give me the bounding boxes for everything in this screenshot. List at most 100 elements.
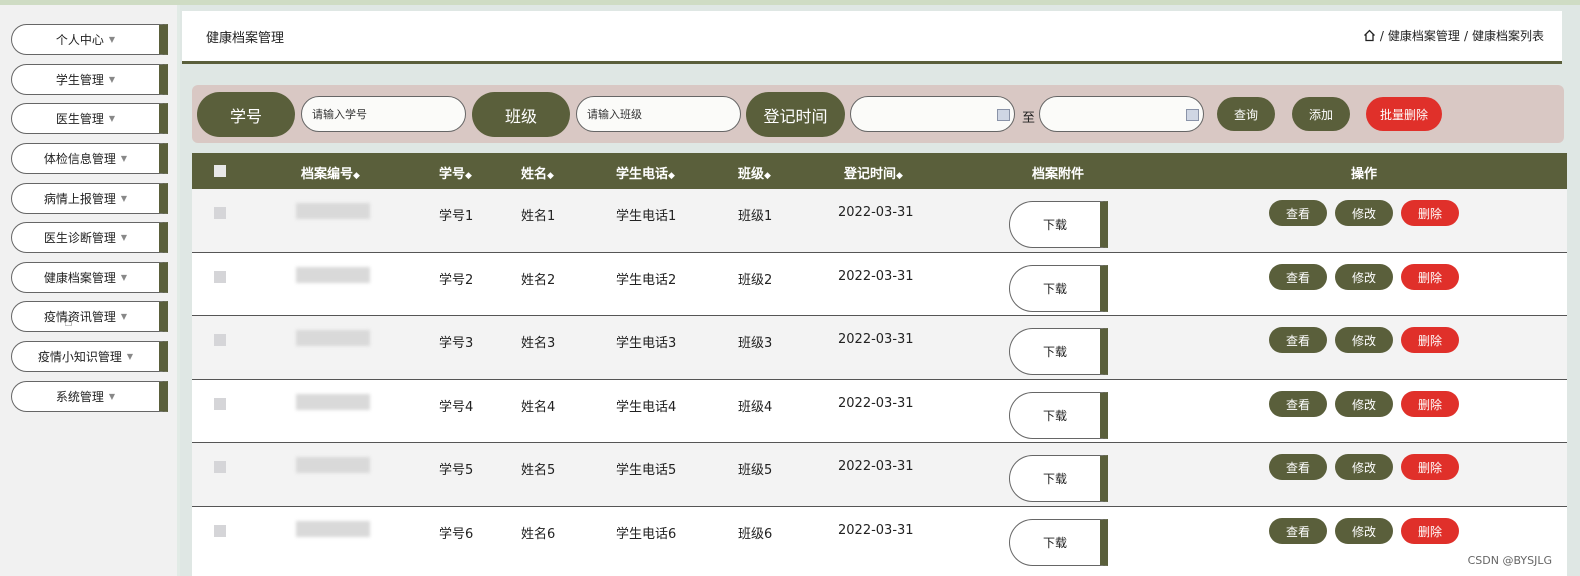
sidebar-item-label: 体检信息管理 (43, 152, 116, 166)
column-header-phone[interactable]: 学生电话◆ (616, 163, 675, 182)
download-button[interactable]: 下载 (1009, 519, 1108, 566)
sidebar-item-label: 系统管理 (55, 390, 104, 404)
watermark: CSDN @BYSJLG (1467, 554, 1552, 567)
sidebar-item-diagnosis-management[interactable]: 医生诊断管理 ▼ (11, 222, 168, 253)
column-header-label: 学生电话 (616, 167, 669, 182)
sort-icon: ◆ (896, 171, 903, 181)
row-checkbox[interactable] (214, 461, 226, 473)
sidebar-item-health-records[interactable]: 健康档案管理 ▼ (11, 262, 168, 293)
delete-button[interactable]: 删除 (1401, 264, 1459, 290)
cell-name: 姓名4 (521, 400, 556, 415)
cell-class: 班级1 (738, 209, 773, 224)
view-button[interactable]: 查看 (1269, 200, 1327, 226)
row-checkbox[interactable] (214, 525, 226, 537)
view-button[interactable]: 查看 (1269, 327, 1327, 353)
student-no-input[interactable]: 请输入学号 (301, 96, 466, 132)
search-bar: 学号 请输入学号 班级 请输入班级 登记时间 至 查询 添加 批量删除 (192, 85, 1564, 143)
sidebar-item-epidemic-tips[interactable]: 疫情小知识管理 ▼ (11, 341, 168, 372)
column-header-archive-no[interactable]: 档案编号◆ (301, 163, 360, 182)
edit-button[interactable]: 修改 (1335, 454, 1393, 480)
column-header-name[interactable]: 姓名◆ (521, 163, 554, 182)
view-button[interactable]: 查看 (1269, 391, 1327, 417)
sidebar-item-label: 学生管理 (55, 73, 104, 87)
sidebar-item-label: 疫情资讯管理 (43, 310, 116, 324)
end-date-input[interactable] (1039, 96, 1204, 132)
edit-button[interactable]: 修改 (1335, 518, 1393, 544)
row-checkbox[interactable] (214, 271, 226, 283)
cell-reg-time: 2022-03-31 (838, 396, 914, 411)
delete-button[interactable]: 删除 (1401, 391, 1459, 417)
column-header-label: 班级 (738, 167, 765, 182)
cell-student-no: 学号3 (439, 336, 474, 351)
view-button[interactable]: 查看 (1269, 518, 1327, 544)
delete-button[interactable]: 删除 (1401, 327, 1459, 353)
caret-down-icon: ▼ (120, 154, 128, 163)
row-checkbox[interactable] (214, 398, 226, 410)
table-row: 学号2 姓名2 学生电话2 班级2 2022-03-31 下载 查看 修改 删除 (192, 253, 1567, 316)
start-date-input[interactable] (850, 96, 1015, 132)
records-table: 档案编号◆ 学号◆ 姓名◆ 学生电话◆ 班级◆ 登记时间◆ 档案附件 操作 学号… (192, 153, 1567, 576)
table-header: 档案编号◆ 学号◆ 姓名◆ 学生电话◆ 班级◆ 登记时间◆ 档案附件 操作 (192, 153, 1567, 189)
sidebar-item-illness-report[interactable]: 病情上报管理 ▼ (11, 183, 168, 214)
archive-no-blurred (296, 521, 370, 537)
row-checkbox[interactable] (214, 207, 226, 219)
edit-button[interactable]: 修改 (1335, 200, 1393, 226)
cell-phone: 学生电话2 (616, 273, 677, 288)
add-button[interactable]: 添加 (1292, 97, 1350, 131)
class-input[interactable]: 请输入班级 (576, 96, 741, 132)
reg-time-label: 登记时间 (746, 92, 845, 137)
view-button[interactable]: 查看 (1269, 264, 1327, 290)
sidebar-item-doctor-management[interactable]: 医生管理 ▼ (11, 103, 168, 134)
table-row: 学号4 姓名4 学生电话4 班级4 2022-03-31 下载 查看 修改 删除 (192, 380, 1567, 443)
sidebar-item-epidemic-news[interactable]: 疫情资讯管理 ▼ (11, 301, 168, 332)
delete-button[interactable]: 删除 (1401, 200, 1459, 226)
sidebar-item-label: 疫情小知识管理 (37, 350, 122, 364)
edit-button[interactable]: 修改 (1335, 327, 1393, 353)
table-row: 学号1 姓名1 学生电话1 班级1 2022-03-31 下载 查看 修改 删除 (192, 189, 1567, 253)
archive-no-blurred (296, 267, 370, 283)
download-button[interactable]: 下载 (1009, 201, 1108, 248)
calendar-icon[interactable] (1186, 109, 1199, 121)
sidebar-item-checkup-management[interactable]: 体检信息管理 ▼ (11, 143, 168, 174)
sidebar-item-student-management[interactable]: 学生管理 ▼ (11, 64, 168, 95)
view-button[interactable]: 查看 (1269, 454, 1327, 480)
sidebar-item-label: 病情上报管理 (43, 192, 116, 206)
row-checkbox[interactable] (214, 334, 226, 346)
edit-button[interactable]: 修改 (1335, 264, 1393, 290)
breadcrumb-item-current: 健康档案列表 (1471, 29, 1544, 43)
sidebar-item-personal-center[interactable]: 个人中心 ▼ (11, 24, 168, 55)
column-header-student-no[interactable]: 学号◆ (439, 163, 472, 182)
column-header-label: 姓名 (521, 167, 548, 182)
sort-icon: ◆ (547, 171, 554, 181)
delete-button[interactable]: 删除 (1401, 518, 1459, 544)
cell-class: 班级3 (738, 336, 773, 351)
download-button[interactable]: 下载 (1009, 328, 1108, 375)
column-header-attachment: 档案附件 (1032, 167, 1085, 182)
download-button[interactable]: 下载 (1009, 455, 1108, 502)
breadcrumb-item[interactable]: 健康档案管理 (1388, 27, 1460, 44)
sort-icon: ◆ (465, 171, 472, 181)
batch-delete-button[interactable]: 批量删除 (1366, 97, 1442, 131)
sidebar-item-system-management[interactable]: 系统管理 ▼ (11, 381, 168, 412)
download-button[interactable]: 下载 (1009, 265, 1108, 312)
caret-down-icon: ▼ (108, 75, 116, 84)
sidebar: 个人中心 ▼ 学生管理 ▼ 医生管理 ▼ 体检信息管理 ▼ 病情上报管理 ▼ 医生诊断管理… (0, 5, 180, 576)
column-header-label: 登记时间 (844, 167, 897, 182)
column-header-reg-time[interactable]: 登记时间◆ (844, 163, 903, 182)
download-button[interactable]: 下载 (1009, 392, 1108, 439)
cell-reg-time: 2022-03-31 (838, 459, 914, 474)
home-icon[interactable] (1363, 29, 1376, 42)
delete-button[interactable]: 删除 (1401, 454, 1459, 480)
column-header-class[interactable]: 班级◆ (738, 163, 771, 182)
column-header-actions: 操作 (1351, 167, 1378, 182)
page-title: 健康档案管理 (206, 31, 285, 46)
cell-student-no: 学号2 (439, 273, 474, 288)
cell-class: 班级2 (738, 273, 773, 288)
query-button[interactable]: 查询 (1217, 97, 1275, 131)
cell-reg-time: 2022-03-31 (838, 332, 914, 347)
edit-button[interactable]: 修改 (1335, 391, 1393, 417)
caret-down-icon: ▼ (108, 35, 116, 44)
archive-no-blurred (296, 394, 370, 410)
calendar-icon[interactable] (997, 109, 1010, 121)
select-all-checkbox[interactable] (214, 165, 226, 177)
